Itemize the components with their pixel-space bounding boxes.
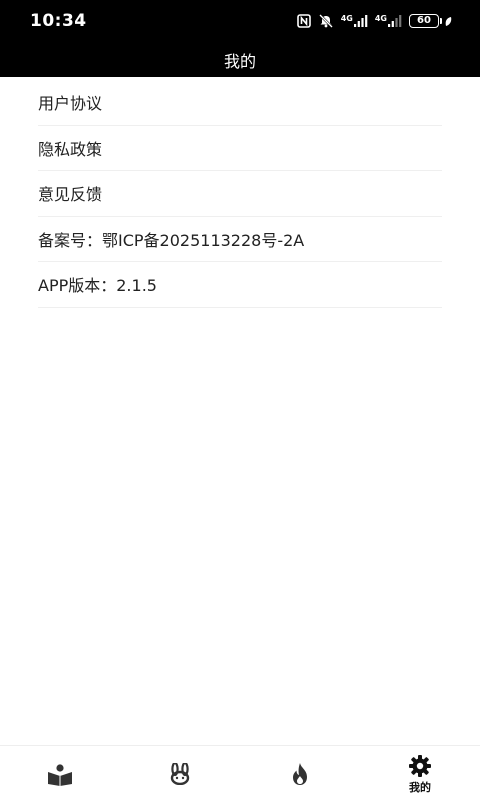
top-bar: 10:34 4G 4G 60 我的 [0, 0, 480, 77]
mute-icon [318, 14, 334, 28]
app-screen: 10:34 4G 4G 60 我的 用户协议 隐私政策 意见反馈 备案号：鄂IC… [0, 0, 480, 800]
bottom-nav: 我的 [0, 745, 480, 800]
signal-2: 4G [375, 15, 402, 27]
menu-item-label: APP版本：2.1.5 [38, 276, 157, 296]
flame-icon [289, 762, 311, 790]
nav-tab-mine[interactable]: 我的 [360, 746, 480, 800]
menu-item-label: 备案号：鄂ICP备2025113228号-2A [38, 230, 305, 250]
settings-list: 用户协议 隐私政策 意见反馈 备案号：鄂ICP备2025113228号-2A A… [38, 80, 442, 308]
menu-item-user-agreement[interactable]: 用户协议 [38, 80, 442, 126]
status-time: 10:34 [30, 11, 87, 31]
menu-item-feedback[interactable]: 意见反馈 [38, 171, 442, 217]
menu-item-app-version: APP版本：2.1.5 [38, 262, 442, 308]
signal-bars-icon [388, 15, 402, 27]
nav-tab-rabbit[interactable] [120, 746, 240, 800]
menu-item-label: 隐私政策 [38, 139, 103, 159]
menu-item-icp-record: 备案号：鄂ICP备2025113228号-2A [38, 217, 442, 262]
menu-item-label: 意见反馈 [38, 185, 103, 205]
signal-1: 4G [341, 15, 368, 27]
signal-bars-icon [353, 15, 368, 27]
menu-item-label: 用户协议 [38, 94, 103, 114]
network-label-1: 4G [340, 14, 353, 23]
status-icons: 4G 4G 60 [296, 13, 452, 29]
page-title: 我的 [223, 52, 256, 71]
battery-tip [440, 18, 442, 24]
gear-icon [409, 755, 431, 781]
nfc-icon [296, 14, 311, 28]
battery-indicator: 60 [409, 14, 452, 28]
nav-tab-hot[interactable] [240, 746, 360, 800]
charging-leaf-icon [445, 16, 452, 26]
nav-tab-label: 我的 [409, 781, 431, 794]
nav-tab-reading[interactable] [0, 746, 120, 800]
network-label-2: 4G [374, 14, 387, 23]
rabbit-icon [168, 761, 192, 789]
reading-icon [47, 764, 73, 790]
battery-level: 60 [409, 14, 439, 28]
menu-item-privacy-policy[interactable]: 隐私政策 [38, 126, 442, 171]
